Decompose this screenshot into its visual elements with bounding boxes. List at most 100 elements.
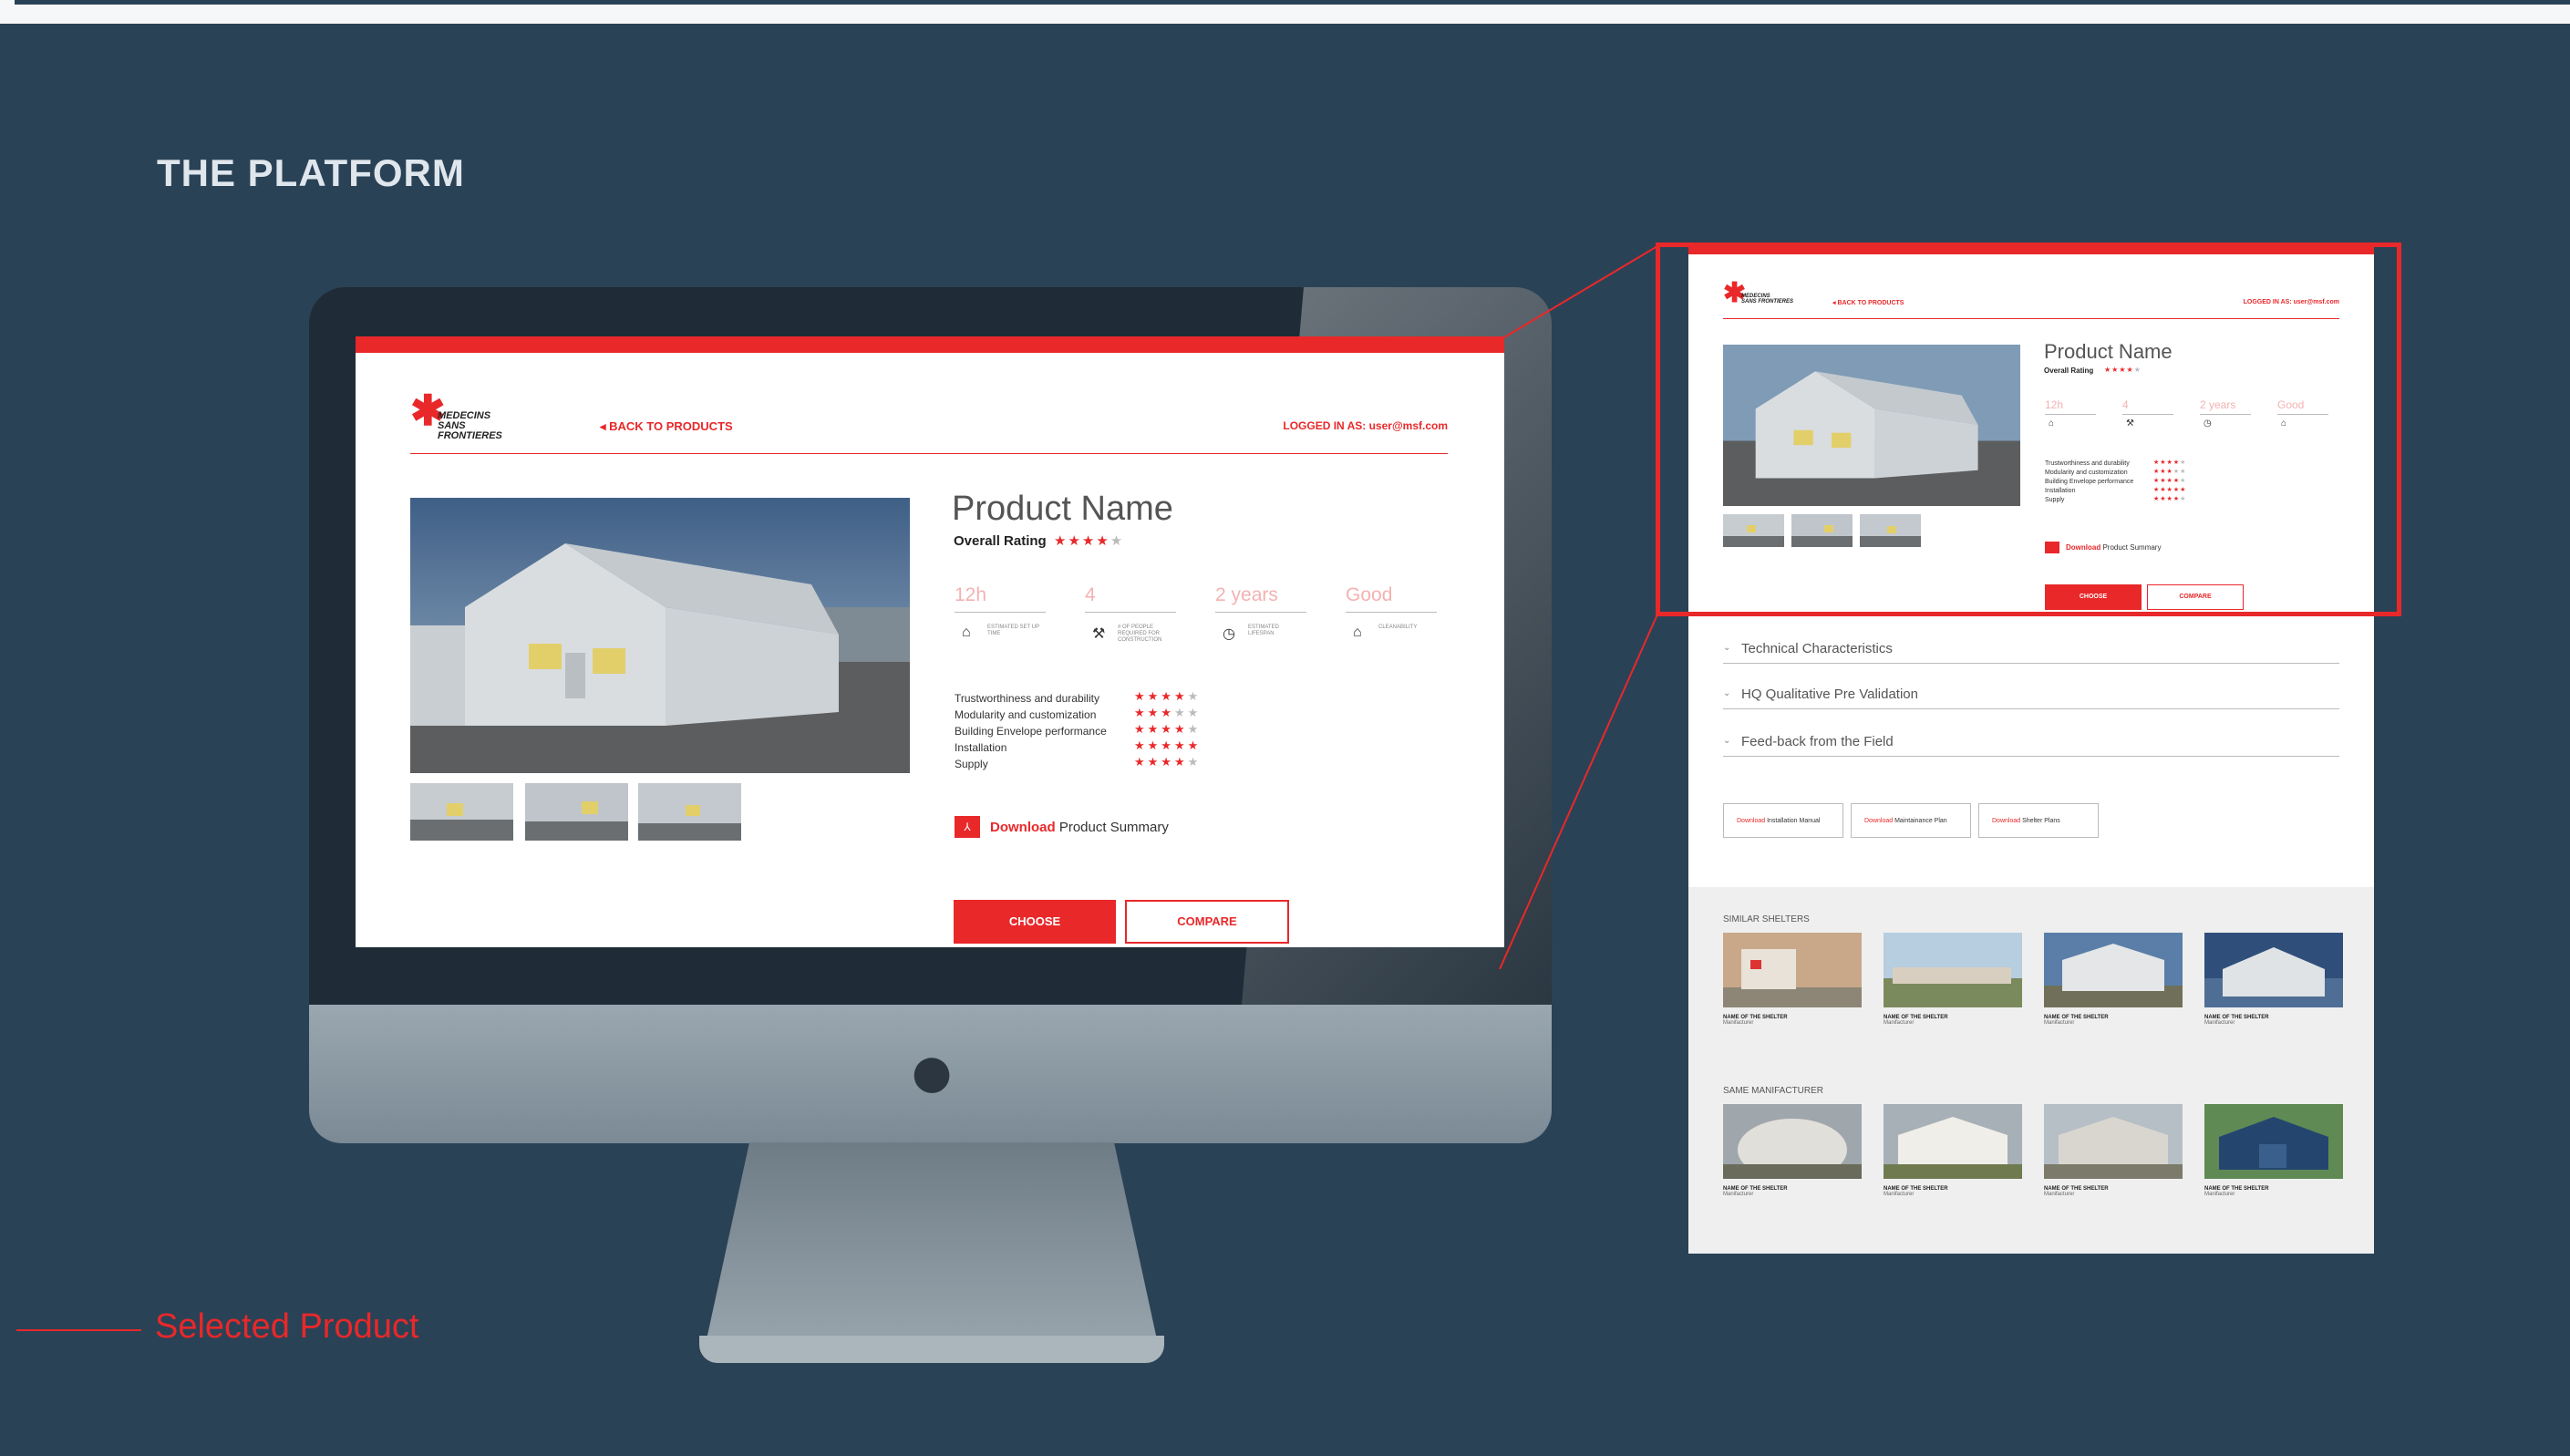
- shelter-manufacturer: Manifacturer: [1884, 1020, 1915, 1026]
- thumbnail-2[interactable]: [525, 783, 628, 841]
- monitor-foot: [699, 1336, 1164, 1363]
- shelter-manufacturer: Manifacturer: [2044, 1192, 2075, 1197]
- download-word: Download: [990, 820, 1056, 835]
- shelter-card[interactable]: NAME OF THE SHELTER Manifacturer: [1884, 1104, 2022, 1197]
- back-to-products-link[interactable]: ◂ BACK TO PRODUCTS: [600, 419, 733, 434]
- house-clean-icon: ⌂: [1353, 625, 1362, 640]
- chevron-down-icon: ⌄: [1723, 688, 1731, 698]
- download-doc-name: Installation Manual: [1767, 818, 1821, 824]
- criterion-label: Supply: [955, 758, 988, 770]
- shelter-photo: [1884, 1104, 2022, 1179]
- shelter-card[interactable]: NAME OF THE SHELTER Manifacturer: [1884, 933, 2022, 1026]
- shelter-card[interactable]: NAME OF THE SHELTER Manifacturer: [2044, 933, 2183, 1026]
- logged-in-status: LOGGED IN AS: user@msf.com: [1283, 419, 1448, 432]
- logo-line-2: SANS FRONTIERES: [438, 420, 502, 441]
- apple-logo-icon: ●: [906, 1026, 957, 1117]
- clock-house-icon: ⌂: [962, 625, 971, 640]
- monitor-stand: [704, 1142, 1160, 1352]
- metric-value: 2 years: [1215, 584, 1278, 605]
- footer-line: [16, 1329, 141, 1331]
- shelter-manufacturer: Manifacturer: [1723, 1192, 1754, 1197]
- download-summary-link[interactable]: Download Product Summary: [990, 820, 1169, 835]
- download-doc-name: Maintainance Plan: [1894, 818, 1947, 824]
- shelter-photo: [2204, 1104, 2343, 1179]
- back-label: BACK TO PRODUCTS: [609, 419, 733, 433]
- overall-rating-label: Overall Rating: [954, 533, 1047, 549]
- thumbnail-3[interactable]: [638, 783, 741, 841]
- choose-button[interactable]: CHOOSE: [954, 900, 1116, 944]
- overall-rating-stars: ★★★★★: [1054, 533, 1125, 549]
- accordion-hq-validation[interactable]: ⌄ HQ Qualitative Pre Validation: [1723, 687, 2339, 709]
- chevron-down-icon: ⌄: [1723, 643, 1731, 653]
- metric-people: 4 ⚒ # OF PEOPLE REQUIRED FOR CONSTRUCTIO…: [1085, 584, 1176, 643]
- related-shelters-section: SIMILAR SHELTERS NAME OF THE SHELTER Man…: [1688, 887, 2374, 1254]
- shelter-photo: [1723, 1104, 1862, 1179]
- download-shelter-plans[interactable]: Download Shelter Plans: [1978, 803, 2099, 838]
- shelter-photo: [2044, 1104, 2183, 1179]
- msf-logo[interactable]: ✱ MEDECINS SANS FRONTIERES: [410, 384, 520, 441]
- criteria-labels: Trustworthiness and durability Modularit…: [955, 690, 1107, 772]
- metric-label: ESTIMATED SET UP TIME: [987, 625, 1040, 636]
- compare-button[interactable]: COMPARE: [1125, 900, 1289, 944]
- same-manufacturer-title: SAME MANIFACTURER: [1723, 1086, 1824, 1096]
- shelter-photo: [1884, 933, 2022, 1007]
- selected-product-caption: Selected Product: [155, 1307, 419, 1346]
- accordion-title: Feed-back from the Field: [1741, 734, 1894, 749]
- accordion-technical[interactable]: ⌄ Technical Characteristics: [1723, 641, 2339, 664]
- criterion-label: Building Envelope performance: [955, 725, 1107, 738]
- shelter-manufacturer: Manifacturer: [2044, 1020, 2075, 1026]
- shelter-manufacturer: Manifacturer: [1723, 1020, 1754, 1026]
- download-word: Download: [1864, 818, 1894, 824]
- metric-label: # OF PEOPLE REQUIRED FOR CONSTRUCTION: [1118, 625, 1162, 643]
- metric-setup-time: 12h ⌂ ESTIMATED SET UP TIME: [955, 584, 1046, 640]
- monitor-bezel: ✱ MEDECINS SANS FRONTIERES ◂ BACK TO PROD…: [309, 287, 1552, 1005]
- criterion-stars: ★★★★★: [1134, 755, 1202, 769]
- criterion-stars: ★★★★★: [1134, 689, 1202, 703]
- shelter-manufacturer: Manifacturer: [2204, 1020, 2235, 1026]
- criterion-label: Installation: [955, 741, 1007, 754]
- product-name: Product Name: [952, 490, 1173, 528]
- shelter-card[interactable]: NAME OF THE SHELTER Manifacturer: [2044, 1104, 2183, 1197]
- metric-value: 4: [1085, 584, 1096, 605]
- similar-shelters-title: SIMILAR SHELTERS: [1723, 914, 1810, 924]
- top-band-overlay: [15, 0, 2570, 5]
- people-tools-icon: ⚒: [1092, 626, 1106, 642]
- product-page-screen: ✱ MEDECINS SANS FRONTIERES ◂ BACK TO PROD…: [356, 336, 1504, 947]
- shelter-card[interactable]: NAME OF THE SHELTER Manifacturer: [1723, 933, 1862, 1026]
- shelter-photo: [2204, 933, 2343, 1007]
- shelter-manufacturer: Manifacturer: [2204, 1192, 2235, 1197]
- shelter-photo: [2044, 933, 2183, 1007]
- imac-monitor: ✱ MEDECINS SANS FRONTIERES ◂ BACK TO PROD…: [309, 287, 1552, 1363]
- shelter-card[interactable]: NAME OF THE SHELTER Manifacturer: [2204, 933, 2343, 1026]
- chevron-left-icon: ◂: [600, 419, 610, 433]
- accordion-field-feedback[interactable]: ⌄ Feed-back from the Field: [1723, 734, 2339, 757]
- metric-value: Good: [1346, 584, 1393, 605]
- accordion-title: HQ Qualitative Pre Validation: [1741, 687, 1918, 702]
- download-maintainance-plan[interactable]: Download Maintainance Plan: [1851, 803, 1971, 838]
- download-installation-manual[interactable]: Download Installation Manual: [1723, 803, 1843, 838]
- metric-value: 12h: [955, 584, 987, 605]
- criteria-stars: ★★★★★ ★★★★★ ★★★★★ ★★★★★ ★★★★★: [1134, 688, 1201, 770]
- slide-heading: THE PLATFORM: [157, 151, 465, 194]
- criterion-stars: ★★★★★: [1134, 722, 1202, 736]
- metric-label: CLEANABILITY: [1378, 625, 1418, 630]
- header-red-strip: [356, 336, 1504, 353]
- highlight-frame: [1656, 243, 2401, 616]
- thumbnail-1[interactable]: [410, 783, 513, 841]
- criterion-label: Modularity and customization: [955, 708, 1097, 721]
- accordion-title: Technical Characteristics: [1741, 641, 1893, 656]
- criterion-stars: ★★★★★: [1134, 738, 1202, 752]
- criterion-stars: ★★★★★: [1134, 706, 1202, 719]
- shelter-card[interactable]: NAME OF THE SHELTER Manifacturer: [1723, 1104, 1862, 1197]
- download-word: Download: [1737, 818, 1766, 824]
- chevron-down-icon: ⌄: [1723, 736, 1731, 746]
- lifespan-clock-icon: ◷: [1223, 626, 1235, 642]
- criterion-label: Trustworthiness and durability: [955, 692, 1099, 705]
- shelter-manufacturer: Manifacturer: [1884, 1192, 1915, 1197]
- metric-cleanability: Good ⌂ CLEANABILITY: [1346, 584, 1437, 640]
- main-product-photo[interactable]: [410, 498, 910, 773]
- download-rest: Product Summary: [1058, 820, 1169, 835]
- shelter-card[interactable]: NAME OF THE SHELTER Manifacturer: [2204, 1104, 2343, 1197]
- shelter-photo: [1723, 933, 1862, 1007]
- download-word: Download: [1992, 818, 2021, 824]
